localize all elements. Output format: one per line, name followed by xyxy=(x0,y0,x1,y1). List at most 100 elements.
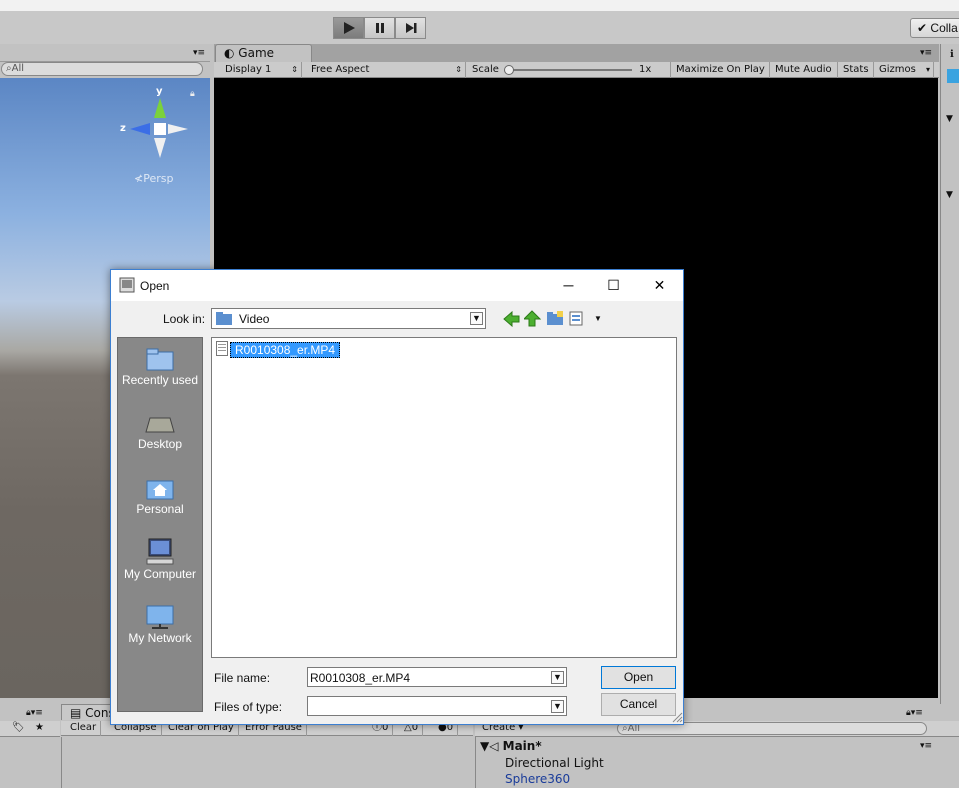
file-icon xyxy=(216,341,228,356)
place-my-computer[interactable]: My Computer xyxy=(117,538,203,581)
panel-menu-icon[interactable]: ▾≡ xyxy=(920,48,932,58)
hierarchy-item[interactable]: Sphere360 xyxy=(505,772,570,786)
slider-thumb[interactable] xyxy=(504,65,514,75)
game-tab-bar: ▾≡ xyxy=(214,44,939,62)
main-toolbar xyxy=(0,11,959,44)
tab-game[interactable]: ◐ Game xyxy=(215,44,312,62)
step-icon xyxy=(405,23,416,33)
foldout-arrow-icon[interactable]: ▼ xyxy=(946,114,953,124)
console-tab-label: Cons xyxy=(85,706,113,720)
scene-search-input[interactable]: ⌕All xyxy=(1,62,203,76)
chevron-down-icon: ▼ xyxy=(470,312,483,325)
projection-toggle[interactable]: ≮Persp xyxy=(134,172,173,185)
lock-icon[interactable]: 🔒︎ xyxy=(190,89,195,99)
panel-menu-icon[interactable]: ▾≡ xyxy=(920,741,932,751)
projection-label: Persp xyxy=(143,172,174,185)
lock-icon[interactable]: 🔒︎▾≡ xyxy=(26,708,43,718)
chevron-down-icon: ▼ xyxy=(551,671,564,684)
open-button[interactable]: Open xyxy=(601,666,676,689)
console-log-area[interactable] xyxy=(61,737,473,788)
foldout-arrow-icon[interactable]: ▼ xyxy=(946,190,953,200)
scene-search-placeholder: All xyxy=(11,63,25,74)
dialog-titlebar[interactable]: Open ─ ☐ ✕ xyxy=(111,270,683,301)
foldout-arrow-icon: ▼ xyxy=(480,739,490,753)
minimize-button[interactable]: ─ xyxy=(546,270,591,300)
place-label: My Network xyxy=(128,631,192,645)
place-label: My Computer xyxy=(123,567,197,581)
dialog-title: Open xyxy=(140,279,170,293)
scale-label: Scale xyxy=(472,64,499,75)
open-dialog: Open ─ ☐ ✕ Look in: Video ▼ ▼ Recently u… xyxy=(110,269,684,725)
game-tab-icon: ◐ xyxy=(224,46,239,60)
unity-logo-icon: ◁ xyxy=(489,739,503,753)
new-folder-icon[interactable] xyxy=(547,311,564,326)
resize-grip-icon[interactable] xyxy=(671,711,683,723)
home-folder-icon xyxy=(146,480,174,500)
file-item[interactable]: R0010308_er.MP4 xyxy=(230,342,341,358)
place-my-network[interactable]: My Network xyxy=(117,602,203,645)
maximize-button[interactable]: ☐ xyxy=(591,270,636,300)
project-toolbar: 🏷︎ ★ xyxy=(0,721,60,737)
scale-slider[interactable]: Scale 1x xyxy=(467,62,671,78)
hierarchy-item[interactable]: Directional Light xyxy=(505,756,604,770)
close-button[interactable]: ✕ xyxy=(637,270,682,300)
step-button[interactable] xyxy=(395,17,426,39)
star-icon[interactable]: ★ xyxy=(35,722,44,733)
axis-y-label: y xyxy=(156,86,163,97)
axis-z-label: z xyxy=(120,123,126,134)
place-personal[interactable]: Personal xyxy=(117,475,203,516)
file-list[interactable]: R0010308_er.MP4 xyxy=(211,337,677,658)
clear-button[interactable]: Clear xyxy=(66,721,102,736)
display-label: Display 1 xyxy=(225,64,272,75)
place-desktop[interactable]: Desktop xyxy=(117,416,203,451)
network-icon xyxy=(146,605,174,629)
mute-audio-toggle[interactable]: Mute Audio xyxy=(770,62,838,78)
files-of-type-label: Files of type: xyxy=(214,700,283,714)
aspect-label: Free Aspect xyxy=(311,64,370,75)
updown-icon: ⇕ xyxy=(455,65,462,74)
place-recently-used[interactable]: Recently used xyxy=(117,346,203,387)
back-arrow-icon[interactable] xyxy=(503,311,520,327)
console-icon: ▤ xyxy=(70,706,86,720)
tag-icon[interactable]: 🏷︎ xyxy=(12,722,25,733)
collab-label: Colla xyxy=(930,21,958,35)
pause-button[interactable] xyxy=(364,17,395,39)
files-of-type-dropdown[interactable]: ▼ xyxy=(307,696,567,716)
look-in-value: Video xyxy=(239,312,270,326)
look-in-dropdown[interactable]: Video ▼ xyxy=(211,308,486,329)
place-label: Recently used xyxy=(121,373,199,387)
maximize-on-play-toggle[interactable]: Maximize On Play xyxy=(671,62,770,78)
scene-tab-bar: ▾≡ xyxy=(0,44,210,62)
file-name-combobox[interactable]: R0010308_er.MP4 ▼ xyxy=(307,667,567,687)
check-circle-icon: ✔ xyxy=(917,21,928,35)
up-folder-icon[interactable] xyxy=(524,310,541,327)
file-name-label: File name: xyxy=(214,671,271,685)
stats-toggle[interactable]: Stats xyxy=(838,62,874,78)
scene-root-label: Main* xyxy=(502,739,542,753)
app-icon xyxy=(119,277,135,293)
inspector-panel: ℹ ▼ ▼ xyxy=(940,44,959,704)
game-tab-label: Game xyxy=(238,46,275,60)
aspect-dropdown[interactable]: Free Aspect ⇕ xyxy=(306,62,466,78)
window-top-strip xyxy=(0,0,959,11)
minimize-icon: ─ xyxy=(563,277,574,293)
view-menu-icon[interactable] xyxy=(569,311,587,327)
desktop-icon xyxy=(145,417,175,433)
scale-value: 1x xyxy=(639,64,652,75)
lock-icon[interactable]: 🔒︎▾≡ xyxy=(906,708,923,718)
object-icon xyxy=(947,69,959,83)
scene-root-item[interactable]: ▼◁ Main* xyxy=(480,739,542,753)
maximize-icon: ☐ xyxy=(607,276,620,293)
info-icon: ℹ xyxy=(950,49,954,60)
chevron-down-icon[interactable]: ▼ xyxy=(594,314,602,323)
display-dropdown[interactable]: Display 1 ⇕ xyxy=(220,62,302,78)
collab-button[interactable]: ✔ Colla xyxy=(910,18,959,38)
cancel-button[interactable]: Cancel xyxy=(601,693,676,716)
tab-console[interactable]: ▤ Cons xyxy=(61,704,113,720)
play-button[interactable] xyxy=(333,17,364,39)
computer-icon xyxy=(146,538,174,565)
persp-icon: ≮ xyxy=(134,172,144,185)
scene-gizmo-icon[interactable] xyxy=(118,86,192,162)
panel-menu-icon[interactable]: ▾≡ xyxy=(193,48,205,58)
gizmos-dropdown[interactable]: Gizmos ▾ xyxy=(874,62,934,78)
